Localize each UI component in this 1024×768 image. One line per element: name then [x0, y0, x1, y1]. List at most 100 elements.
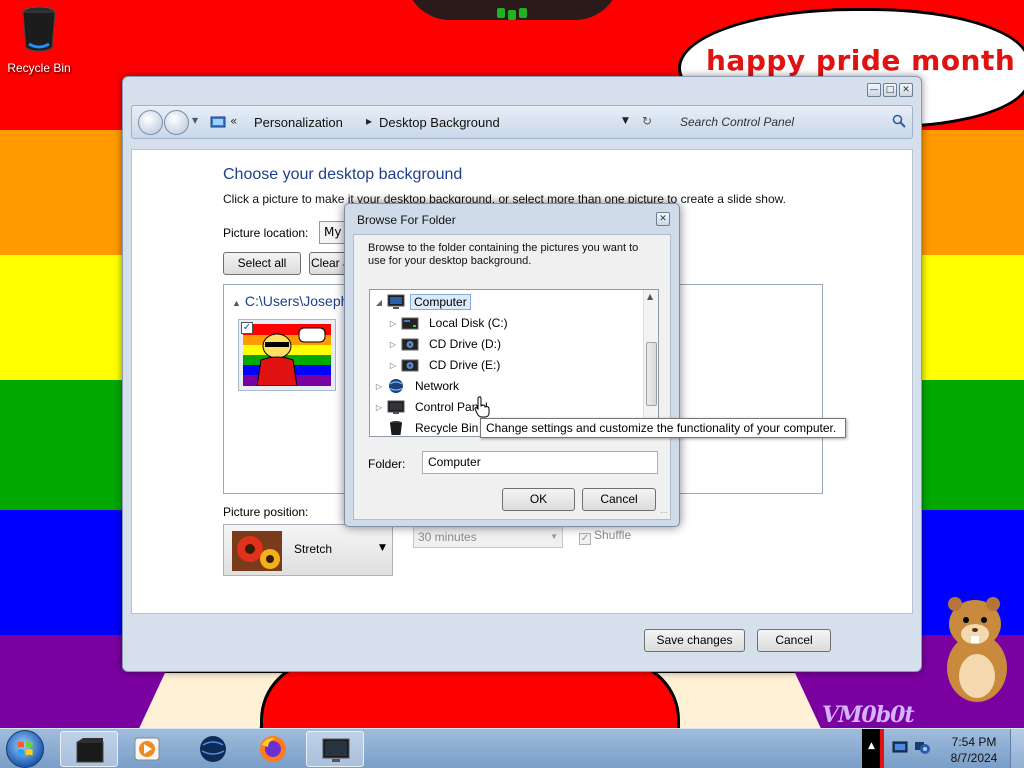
- search-icon[interactable]: [892, 114, 906, 128]
- shuffle-checkbox: ✓ Shuffle: [579, 528, 631, 545]
- tree-item-label: CD Drive (E:): [429, 358, 501, 372]
- back-button[interactable]: [138, 110, 163, 135]
- breadcrumb-desktop-background[interactable]: Desktop Background: [379, 115, 500, 130]
- collapse-icon[interactable]: ▲: [232, 298, 241, 308]
- tree-item-label: CD Drive (D:): [429, 337, 501, 351]
- tray-separator: [880, 729, 884, 768]
- tree-item-network[interactable]: ▷ Network: [374, 376, 464, 396]
- taskbar-item-browser[interactable]: [184, 731, 242, 767]
- expand-arrow-icon[interactable]: ▷: [388, 361, 398, 370]
- dialog-title: Browse For Folder: [357, 213, 456, 227]
- tree-item-cd-drive-e[interactable]: ▷ CD Drive (E:): [388, 355, 505, 375]
- clock-time: 7:54 PM: [951, 735, 997, 749]
- tree-item-label: Local Disk (C:): [429, 316, 508, 330]
- folder-window-icon: [76, 738, 104, 763]
- browse-for-folder-dialog: Browse For Folder ✕ Browse to the folder…: [344, 203, 680, 527]
- breadcrumb-overflow-chevron[interactable]: «: [230, 114, 237, 128]
- window-caption-buttons: — □ ✕: [867, 83, 913, 97]
- speech-bubble-text: happy pride month: [706, 44, 1016, 77]
- search-placeholder: Search Control Panel: [680, 115, 795, 129]
- firefox-icon: [260, 736, 286, 762]
- resize-grip-icon[interactable]: ⋯: [660, 508, 668, 517]
- folder-tree: ◢ Computer ▷ Local Disk (C:) ▷ CD Drive …: [369, 289, 659, 437]
- taskbar: ▲ 7:54 PM 8/7/2024: [0, 728, 1024, 768]
- maximize-button[interactable]: □: [883, 83, 897, 97]
- scrollbar-thumb[interactable]: [646, 342, 657, 406]
- position-preview-icon: [232, 531, 282, 571]
- shuffle-label: Shuffle: [594, 528, 632, 542]
- dialog-cancel-button[interactable]: Cancel: [582, 488, 656, 511]
- expand-arrow-icon[interactable]: ▷: [388, 340, 398, 349]
- show-desktop-button[interactable]: [1010, 729, 1024, 768]
- refresh-icon[interactable]: ↻: [642, 114, 652, 128]
- cd-drive-icon: [401, 359, 419, 372]
- control-panel-icon: [210, 116, 226, 128]
- clock-date: 8/7/2024: [950, 751, 998, 765]
- recycle-bin-icon: [22, 6, 56, 52]
- desktop-icon-recycle-bin[interactable]: Recycle Bin: [4, 4, 74, 75]
- thumbnail-checkbox[interactable]: ✓: [241, 322, 253, 334]
- cancel-button[interactable]: Cancel: [757, 629, 831, 652]
- tree-item-computer[interactable]: ◢ Computer: [374, 292, 471, 312]
- chevron-down-icon: ▼: [550, 532, 558, 541]
- ok-button[interactable]: OK: [502, 488, 575, 511]
- expand-arrow-icon[interactable]: ▷: [374, 403, 384, 412]
- picture-location-label: Picture location:: [223, 226, 309, 240]
- recent-pages-dropdown[interactable]: ▼: [192, 116, 198, 125]
- character-eye: [497, 8, 505, 18]
- character-eye: [519, 8, 527, 18]
- save-changes-button[interactable]: Save changes: [644, 629, 745, 652]
- folder-label: Folder:: [368, 457, 406, 471]
- media-player-icon: [134, 737, 160, 761]
- change-interval-value: 30 minutes: [418, 530, 477, 544]
- address-dropdown-icon[interactable]: ▼: [622, 116, 629, 126]
- tree-item-cd-drive-d[interactable]: ▷ CD Drive (D:): [388, 334, 506, 354]
- forward-button[interactable]: [164, 110, 189, 135]
- picture-thumbnail[interactable]: ✓: [238, 319, 336, 391]
- expand-arrow-icon[interactable]: ▷: [388, 319, 398, 328]
- system-clock[interactable]: 7:54 PM 8/7/2024: [942, 734, 1006, 766]
- dialog-body: Browse to the folder containing the pict…: [353, 234, 671, 520]
- taskbar-item-control-panel[interactable]: [306, 731, 364, 767]
- tree-item-label: Network: [415, 379, 460, 393]
- character-eye: [508, 10, 516, 20]
- watermark-text: VM0b0t: [822, 702, 915, 728]
- hard-disk-icon: [401, 317, 419, 330]
- computer-icon: [387, 294, 405, 309]
- picture-position-value: Stretch: [294, 542, 333, 556]
- close-button[interactable]: ✕: [899, 83, 913, 97]
- tree-item-local-disk[interactable]: ▷ Local Disk (C:): [388, 313, 513, 333]
- scroll-up-icon[interactable]: ▲: [647, 292, 653, 301]
- breadcrumb-separator-icon[interactable]: ▸: [366, 114, 372, 128]
- globe-icon: [200, 736, 226, 762]
- collapse-arrow-icon[interactable]: ◢: [374, 298, 384, 307]
- pride-picture-preview: [243, 324, 331, 387]
- network-icon: [388, 379, 404, 393]
- picture-position-select[interactable]: Stretch ▼: [223, 524, 393, 576]
- dialog-description: Browse to the folder containing the pict…: [368, 242, 639, 267]
- control-panel-icon: [387, 400, 405, 414]
- show-hidden-icons[interactable]: ▲: [868, 741, 875, 751]
- tree-item-recycle-bin[interactable]: Recycle Bin: [374, 418, 483, 436]
- breadcrumb-personalization[interactable]: Personalization: [254, 115, 343, 130]
- shuffle-checkbox-box: ✓: [579, 533, 591, 545]
- minimize-button[interactable]: —: [867, 83, 881, 97]
- select-all-button[interactable]: Select all: [223, 252, 301, 275]
- network-status-icon[interactable]: [914, 741, 930, 755]
- search-input[interactable]: Search Control Panel: [670, 109, 910, 135]
- taskbar-item-explorer[interactable]: [60, 731, 118, 767]
- start-button[interactable]: [6, 730, 44, 768]
- cd-drive-icon: [401, 338, 419, 351]
- taskbar-item-media-player[interactable]: [118, 731, 176, 767]
- recycle-bin-icon: [390, 421, 402, 435]
- folder-field[interactable]: Computer: [422, 451, 658, 474]
- expand-arrow-icon[interactable]: ▷: [374, 382, 384, 391]
- windows-logo-icon: [17, 741, 33, 756]
- hand-cursor-icon: [474, 396, 490, 418]
- change-interval-select: 30 minutes ▼: [413, 526, 563, 548]
- taskbar-item-firefox[interactable]: [244, 731, 302, 767]
- picture-position-label: Picture position:: [223, 505, 309, 519]
- dialog-close-button[interactable]: ✕: [656, 212, 670, 226]
- tree-scrollbar[interactable]: ▲: [643, 290, 658, 436]
- action-center-icon[interactable]: [892, 741, 908, 755]
